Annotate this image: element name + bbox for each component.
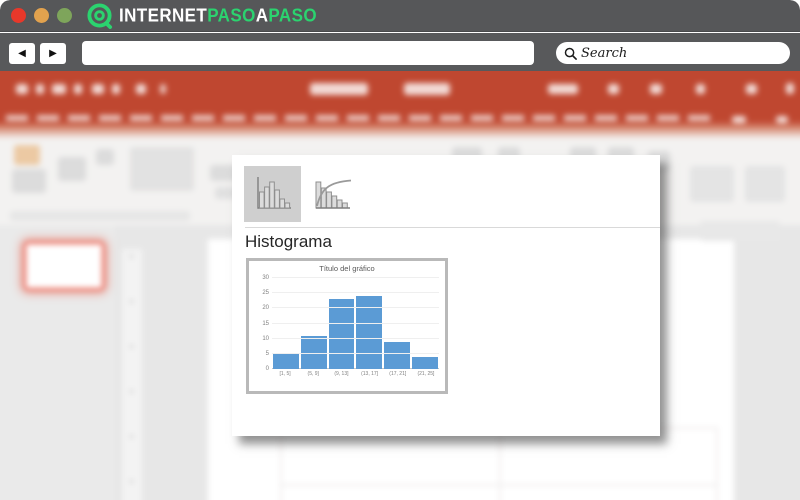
y-tick-label: 25 xyxy=(262,290,269,297)
blur-blob xyxy=(92,84,104,94)
gridline xyxy=(272,352,439,354)
blur-blob xyxy=(36,84,44,94)
x-tick-label: (13, 17] xyxy=(361,371,379,377)
blur-blob xyxy=(12,169,46,193)
slide-table xyxy=(280,427,718,500)
blur-blob xyxy=(58,157,86,181)
gridline xyxy=(272,322,439,324)
section-title: Histograma xyxy=(245,232,332,251)
x-tick-label: (5, 9] xyxy=(307,371,319,377)
x-tick-label: [1, 5] xyxy=(279,371,291,377)
histogram-bar xyxy=(412,356,438,369)
x-tick-label: (21, 25] xyxy=(417,371,435,377)
histogram-preview-card[interactable]: Título del gráfico 0 5 10 15 20 25 30 [1, 5] (5… xyxy=(246,258,448,394)
histogram-bar xyxy=(328,299,355,369)
gridline xyxy=(272,307,439,309)
forward-button[interactable]: ▶ xyxy=(40,43,66,64)
blur-blob xyxy=(310,83,368,95)
blur-blob xyxy=(746,84,757,94)
y-tick-label: 5 xyxy=(265,350,269,357)
plot-area: 0 5 10 15 20 25 30 xyxy=(262,275,439,372)
blur-blob xyxy=(548,84,578,94)
blur-blob xyxy=(776,116,788,123)
search-icon xyxy=(564,47,577,60)
gridline xyxy=(272,337,439,339)
blur-blob xyxy=(96,149,114,165)
y-tick-label: 15 xyxy=(262,320,269,327)
ribbon-fade xyxy=(0,121,800,141)
slide-thumbnail xyxy=(24,242,104,290)
pareto-icon xyxy=(315,179,352,209)
window-titlebar: INTERNETPASOAPASO xyxy=(0,0,800,32)
chart-insert-dialog: Histograma Título del gráfico 0 5 10 15 20 25… xyxy=(232,155,660,436)
blur-blob xyxy=(160,84,166,94)
x-tick-label: (9, 13] xyxy=(334,371,349,377)
blur-blob xyxy=(130,147,194,191)
blur-blob xyxy=(700,221,780,241)
blur-blob xyxy=(16,84,28,94)
y-tick-label: 0 xyxy=(265,366,269,372)
gridline xyxy=(272,292,439,294)
search-input[interactable]: Search xyxy=(556,42,790,64)
blur-blob xyxy=(14,145,40,165)
back-button[interactable]: ◀ xyxy=(9,43,35,64)
histogram-bar xyxy=(273,353,299,369)
blur-blob xyxy=(650,84,662,94)
blur-blob xyxy=(112,84,120,94)
blur-blob xyxy=(608,84,619,94)
chart-title: Título del gráfico xyxy=(319,264,375,273)
zoom-button[interactable] xyxy=(57,8,72,23)
blur-blob xyxy=(404,83,450,95)
pareto-chart-type-button[interactable] xyxy=(308,168,360,220)
blur-blob xyxy=(136,84,146,94)
histogram-icon xyxy=(256,177,291,209)
logo-icon xyxy=(87,3,113,29)
blur-blob xyxy=(74,84,82,94)
address-bar[interactable] xyxy=(82,41,534,65)
x-tick-label: (17, 21] xyxy=(389,371,407,377)
y-tick-label: 30 xyxy=(262,275,269,281)
site-logo: INTERNETPASOAPASO xyxy=(86,2,317,29)
minimize-button[interactable] xyxy=(34,8,49,23)
histogram-bar xyxy=(384,341,411,369)
blur-blob xyxy=(745,166,785,202)
dialog-divider xyxy=(245,227,660,228)
x-axis-labels: [1, 5] (5, 9] (9, 13] (13, 17] (17, 21] (21, … xyxy=(272,371,439,377)
browser-toolbar: ◀ ▶ Search xyxy=(0,33,800,72)
blur-blob xyxy=(10,211,190,221)
blur-blob xyxy=(696,84,705,94)
close-button[interactable] xyxy=(11,8,26,23)
vertical-ruler xyxy=(122,249,142,500)
y-tick-label: 10 xyxy=(262,335,269,342)
histogram-chart-type-button[interactable] xyxy=(244,166,301,222)
browser-window: INTERNETPASOAPASO ◀ ▶ Search Histograma … xyxy=(0,0,800,500)
y-tick-label: 20 xyxy=(262,305,269,312)
blur-blob xyxy=(732,116,746,123)
blur-blob xyxy=(690,166,734,202)
ppt-ribbon xyxy=(0,71,800,121)
blur-blob xyxy=(786,83,794,94)
gridline xyxy=(272,277,439,278)
logo-text: INTERNETPASOAPASO xyxy=(119,4,317,26)
blur-blob xyxy=(52,84,66,94)
search-placeholder: Search xyxy=(581,45,628,61)
